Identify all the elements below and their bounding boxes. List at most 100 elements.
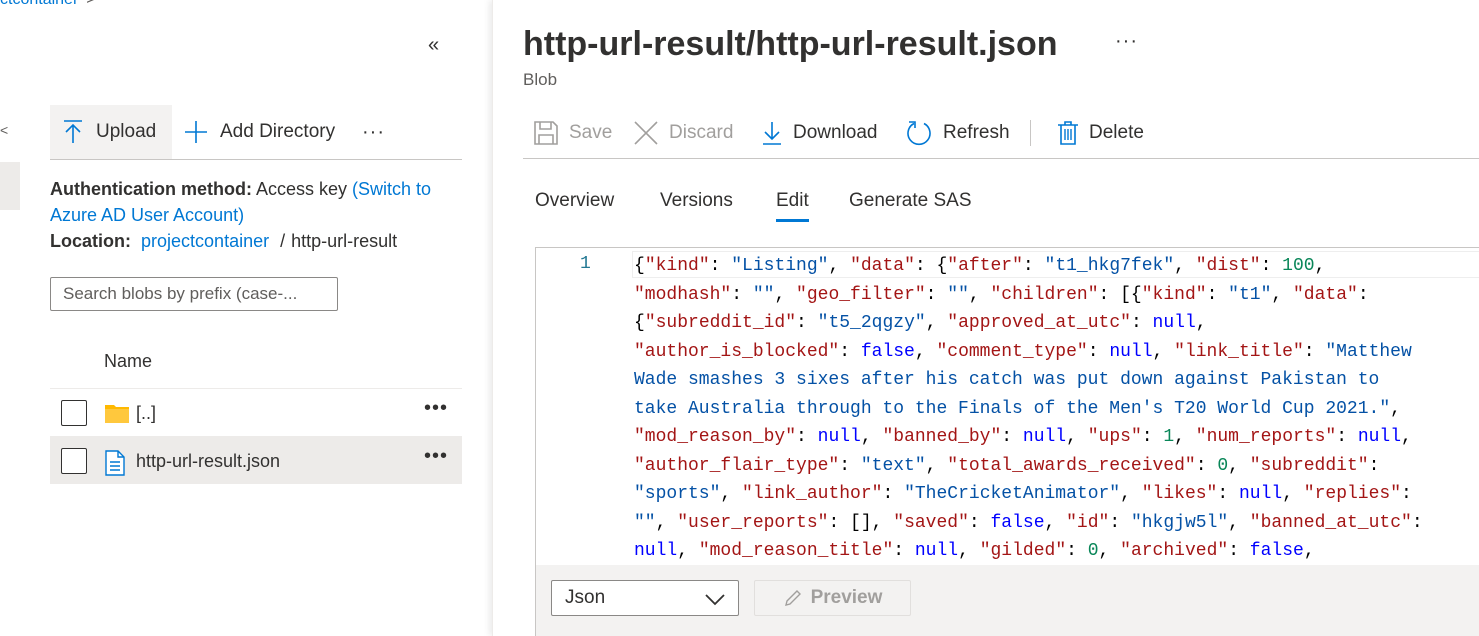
nav-selected-item[interactable] [0,162,20,210]
delete-label: Delete [1089,122,1144,143]
name-column-header[interactable]: Name [104,351,152,372]
code-line[interactable]: take Australia through to the Finals of … [634,395,1479,424]
code-token: : [1001,427,1023,447]
code-token: , [1044,512,1067,533]
auth-method-value: Access key [256,179,348,199]
code-token: "" [947,284,969,305]
code-token: : [882,484,905,504]
tab-versions[interactable]: Versions [660,190,733,222]
delete-button[interactable]: Delete [1057,107,1144,159]
file-icon [104,450,126,481]
refresh-button[interactable]: Refresh [905,107,1010,159]
code-token: , [925,455,948,476]
chevron-down-icon [704,589,726,615]
preview-button[interactable]: Preview [754,580,911,616]
code-token: "t1" [1228,284,1272,305]
location-line: Location: projectcontainer / http-url-res… [50,231,397,252]
code-token: : [1195,455,1218,476]
code-token: "Listing" [731,256,829,276]
code-token: "children" [990,284,1099,305]
add-directory-button[interactable]: Add Directory [184,105,335,159]
code-token: "author_flair_type" [634,455,840,476]
collapse-pane-icon[interactable]: « [428,34,439,57]
code-token: "likes" [1141,484,1218,504]
list-item[interactable]: [..] ••• [50,388,462,436]
code-token: : [925,284,948,305]
code-token: "Matthew [1325,341,1412,362]
line-number: 1 [580,254,591,274]
pencil-icon [783,588,803,608]
code-token: , [1228,455,1250,476]
command-divider [1030,120,1031,146]
list-item-name[interactable]: http-url-result.json [136,451,280,472]
code-content[interactable]: {"kind": "Listing", "data": {"after": "t… [634,252,1479,565]
breadcrumb[interactable]: ctcontainer > [0,0,96,9]
switch-auth-link-continued[interactable]: Azure AD User Account) [50,205,244,226]
command-bar: Save Discard Download Refresh Delete [523,107,1479,159]
code-token: : [1357,284,1369,305]
location-separator: / [280,231,286,251]
code-token: null [634,541,678,561]
row-more-button[interactable]: ••• [424,445,448,468]
code-token: "num_reports" [1195,427,1337,447]
code-token: : [1206,284,1229,305]
folder-icon [104,402,130,429]
list-item-name[interactable]: [..] [136,403,156,424]
code-token: "link_author" [742,484,883,504]
code-line[interactable]: "author_is_blocked": false, "comment_typ… [634,338,1479,367]
tab-overview[interactable]: Overview [535,190,614,222]
code-token: "text" [860,455,926,476]
code-line[interactable]: {"kind": "Listing", "data": {"after": "t… [634,252,1479,281]
code-token: "banned_at_utc" [1249,512,1412,533]
trash-icon [1057,120,1079,146]
language-select[interactable]: Json [551,580,739,616]
location-container-link[interactable]: projectcontainer [141,231,269,251]
code-token: : [1411,512,1423,533]
tab-generate-sas[interactable]: Generate SAS [849,190,972,222]
search-blobs-input[interactable] [50,277,338,311]
switch-auth-link[interactable]: (Switch to [352,179,431,199]
code-token: "user_reports" [677,512,829,533]
code-line[interactable]: {"subreddit_id": "t5_2qgzy", "approved_a… [634,309,1479,338]
code-token: null [1109,341,1153,362]
code-line[interactable]: "modhash": "", "geo_filter": "", "childr… [634,281,1479,310]
code-line[interactable]: "sports", "link_author": "TheCricketAnim… [634,480,1479,509]
code-editor[interactable]: 1 {"kind": "Listing", "data": {"after": … [535,247,1479,565]
row-checkbox[interactable] [61,400,87,426]
list-item[interactable]: http-url-result.json ••• [50,436,462,484]
code-token: , [1282,484,1304,504]
code-line[interactable]: Wade smashes 3 sixes after his catch was… [634,366,1479,395]
code-token: "t5_2qgzy" [817,313,926,333]
code-token: : [1066,541,1088,561]
code-token: : [796,313,818,333]
breadcrumb-container-link[interactable]: ctcontainer [0,0,78,8]
row-checkbox[interactable] [61,448,87,474]
left-pane: ctcontainer > « < Upload Add Directory ··… [0,0,490,636]
download-button[interactable]: Download [761,107,878,159]
tab-edit[interactable]: Edit [776,190,809,222]
row-more-button[interactable]: ••• [424,397,448,420]
more-actions-button[interactable]: ··· [362,105,385,159]
code-line[interactable]: "mod_reason_by": null, "banned_by": null… [634,423,1479,452]
code-token: , [1098,541,1121,561]
blob-toolbar: Upload Add Directory ··· [50,105,462,160]
code-token: null [1152,313,1196,333]
upload-button[interactable]: Upload [50,105,172,159]
code-token: "id" [1066,512,1110,533]
code-line[interactable]: "", "user_reports": [], "saved": false, … [634,509,1479,538]
code-token: "saved" [893,512,969,533]
code-token: "kind" [1141,284,1207,305]
code-token: : { [914,256,948,276]
code-token: "subreddit" [1249,455,1369,476]
code-line[interactable]: null, "mod_reason_title": null, "gilded"… [634,537,1479,565]
code-token: 0 [1087,541,1099,561]
title-more-button[interactable]: ··· [1115,30,1138,53]
code-token: "mod_reason_title" [698,541,894,561]
discard-button[interactable]: Discard [633,107,733,159]
save-button[interactable]: Save [533,107,612,159]
nav-edge-icon[interactable]: < [0,122,8,138]
code-token: { [634,256,645,276]
code-token: , [720,484,743,504]
code-line[interactable]: "author_flair_type": "text", "total_awar… [634,452,1479,481]
code-token: : [], [828,512,894,533]
